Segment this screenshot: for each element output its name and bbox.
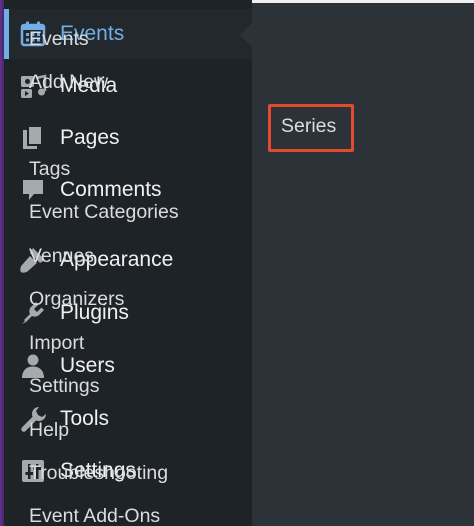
submenu-item-organizers[interactable]: Organizers xyxy=(29,284,124,314)
submenu-pointer xyxy=(240,23,252,47)
pages-icon xyxy=(18,123,48,153)
submenu-item-add-new[interactable]: Add New xyxy=(29,67,108,97)
submenu-item-venues[interactable]: Venues xyxy=(29,241,94,271)
submenu-item-events[interactable]: Events xyxy=(29,24,89,54)
sidebar-item-label: Pages xyxy=(60,126,120,149)
submenu-item-event-add-ons[interactable]: Event Add-Ons xyxy=(29,501,160,526)
admin-menu-screenshot: Events Media Pages Comments Appearance P… xyxy=(0,0,474,526)
submenu-item-import[interactable]: Import xyxy=(29,328,84,358)
series-highlight-box xyxy=(268,104,354,152)
events-submenu xyxy=(252,3,474,526)
submenu-item-event-categories[interactable]: Event Categories xyxy=(29,197,179,227)
submenu-item-troubleshooting[interactable]: Troubleshooting xyxy=(29,458,168,488)
submenu-item-help[interactable]: Help xyxy=(29,415,69,445)
submenu-item-tags[interactable]: Tags xyxy=(29,154,70,184)
submenu-item-settings[interactable]: Settings xyxy=(29,371,99,401)
